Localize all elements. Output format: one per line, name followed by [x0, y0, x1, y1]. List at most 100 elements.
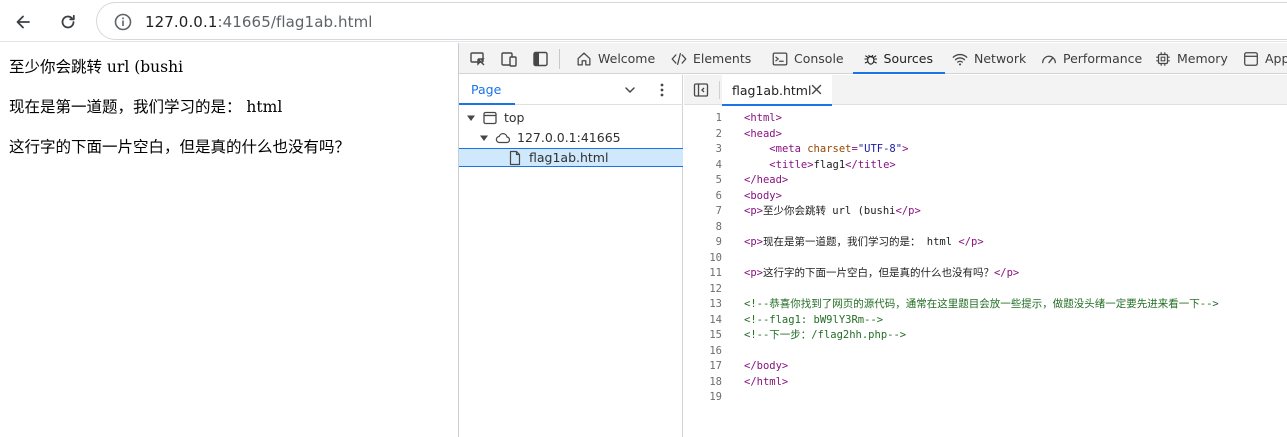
line-number[interactable]: 10	[684, 251, 722, 267]
line-source: </head>	[744, 174, 789, 186]
device-toolbar-icon[interactable]	[499, 49, 519, 69]
browser-toolbar: 127.0.0.1:41665/flag1ab.html	[0, 0, 1287, 42]
tab-application-label: App	[1265, 51, 1287, 66]
navigator-tab-page[interactable]: Page	[458, 82, 516, 105]
code-line: 18 </html>	[684, 375, 1287, 391]
tab-console[interactable]: Console	[771, 43, 844, 74]
cloud-icon	[495, 132, 511, 143]
chevron-down-icon[interactable]	[623, 83, 637, 97]
line-number[interactable]: 17	[684, 359, 722, 375]
tab-performance-label: Performance	[1063, 51, 1143, 66]
tab-sources[interactable]: Sources	[853, 43, 945, 74]
line-number[interactable]: 14	[684, 313, 722, 329]
line-source: <html>	[744, 112, 782, 124]
line-number[interactable]: 18	[684, 375, 722, 391]
application-icon	[1244, 51, 1258, 66]
line-source: <p>至少你会跳转 url (bushi</p>	[744, 205, 921, 217]
line-number[interactable]: 12	[684, 282, 722, 298]
line-source: <p>现在是第一道题，我们学习的是： html </p>	[744, 236, 984, 248]
page-line-1: 至少你会跳转 url (bushi	[9, 58, 184, 76]
code-line: 10	[684, 251, 1287, 267]
tab-elements-label: Elements	[693, 51, 752, 66]
line-source: <title>flag1</title>	[769, 158, 896, 171]
line-number[interactable]: 13	[684, 297, 722, 313]
info-icon[interactable]	[113, 12, 133, 32]
line-number[interactable]: 11	[684, 266, 722, 282]
page-line-2: 现在是第一道题，我们学习的是： html	[9, 98, 283, 116]
line-number[interactable]: 3	[684, 142, 722, 158]
bug-icon	[864, 54, 878, 65]
code-line: 2 <head>	[684, 127, 1287, 143]
sources-navigator: Page top 127.0.0.1:41665 flag1ab.html	[458, 75, 683, 437]
reload-button[interactable]	[53, 7, 83, 37]
code-line: 8	[684, 220, 1287, 236]
line-source: <head>	[744, 127, 782, 140]
line-number[interactable]: 7	[684, 204, 722, 220]
url-path: :41665/flag1ab.html	[217, 13, 373, 31]
code-line: 13 <!--恭喜你找到了网页的源代码，通常在这里题目会放一些提示，做题没头绪一定…	[684, 297, 1287, 313]
url-text[interactable]: 127.0.0.1:41665/flag1ab.html	[145, 13, 373, 31]
tab-network-label: Network	[974, 51, 1027, 66]
code-brackets-icon	[671, 52, 687, 65]
line-number[interactable]: 2	[684, 127, 722, 143]
editor-file-tab[interactable]: flag1ab.html	[722, 75, 832, 106]
tree-item-top-label: top	[504, 110, 525, 125]
line-source: <p>这行字的下面一片空白，但是真的什么也没有吗？</p>	[744, 267, 1020, 279]
url-host: 127.0.0.1	[145, 13, 218, 31]
tab-network[interactable]: Network	[951, 43, 1026, 74]
line-number[interactable]: 19	[684, 390, 722, 406]
address-bar[interactable]: 127.0.0.1:41665/flag1ab.html	[96, 2, 1287, 40]
code-line: 5 </head>	[684, 173, 1287, 189]
code-line: 3 <meta charset="UTF-8">	[684, 142, 1287, 158]
back-button[interactable]	[8, 7, 38, 37]
code-line: 6 <body>	[684, 189, 1287, 205]
tab-elements[interactable]: Elements	[670, 43, 751, 74]
expand-triangle-icon	[467, 115, 475, 121]
line-source: </body>	[744, 360, 789, 372]
tree-item-file[interactable]: flag1ab.html	[459, 148, 683, 167]
line-number[interactable]: 16	[684, 344, 722, 360]
line-number[interactable]: 4	[684, 158, 722, 174]
tab-sources-label: Sources	[883, 51, 933, 66]
tab-performance[interactable]: Performance	[1040, 43, 1142, 74]
code-line: 15 <!--下一步：/flag2hh.php-->	[684, 328, 1287, 344]
tab-welcome[interactable]: Welcome	[575, 43, 655, 74]
line-number[interactable]: 15	[684, 328, 722, 344]
line-number[interactable]: 9	[684, 235, 722, 251]
file-icon	[509, 150, 521, 165]
line-source: <body>	[744, 189, 782, 202]
more-options-icon[interactable]	[655, 81, 669, 99]
line-source: <meta charset="UTF-8">	[769, 143, 909, 155]
line-source: </html>	[744, 375, 789, 388]
tab-memory[interactable]: Memory	[1154, 43, 1228, 74]
close-icon[interactable]	[811, 84, 822, 95]
toggle-navigator-icon[interactable]	[693, 82, 709, 98]
code-line: 7 <p>至少你会跳转 url (bushi</p>	[684, 204, 1287, 220]
code-line: 17 </body>	[684, 359, 1287, 375]
line-number[interactable]: 6	[684, 189, 722, 205]
page-viewport: 至少你会跳转 url (bushi 现在是第一道题，我们学习的是： html 这…	[0, 43, 458, 437]
navigator-header: Page	[458, 75, 683, 105]
arrow-left-icon	[16, 15, 30, 29]
code-line: 14 <!--flag1: bW9lY3Rm-->	[684, 313, 1287, 329]
code-line: 11 <p>这行字的下面一片空白，但是真的什么也没有吗？</p>	[684, 266, 1287, 282]
tree-item-file-label: flag1ab.html	[529, 150, 609, 165]
tab-application[interactable]: App	[1242, 43, 1287, 74]
source-editor: flag1ab.html 1 <html> 2 <head> 3 <meta chars…	[684, 75, 1287, 437]
code-line: 16	[684, 344, 1287, 360]
tab-welcome-label: Welcome	[598, 51, 656, 66]
line-source: <!--恭喜你找到了网页的源代码，通常在这里题目会放一些提示，做题没头绪一定要先…	[744, 298, 1219, 310]
line-source: <!--flag1: bW9lY3Rm-->	[744, 313, 884, 326]
line-source: <!--下一步：/flag2hh.php-->	[744, 329, 907, 341]
frame-icon	[483, 111, 497, 124]
tree-item-origin[interactable]: 127.0.0.1:41665	[459, 128, 683, 147]
expand-triangle-icon	[480, 135, 488, 141]
line-number[interactable]: 8	[684, 220, 722, 236]
inspect-element-icon[interactable]	[468, 49, 488, 69]
code-line: 19	[684, 390, 1287, 406]
dock-side-icon[interactable]	[531, 49, 551, 69]
line-number[interactable]: 5	[684, 173, 722, 189]
tree-item-top[interactable]: top	[459, 108, 683, 127]
tab-console-label: Console	[794, 51, 844, 66]
line-number[interactable]: 1	[684, 111, 722, 127]
